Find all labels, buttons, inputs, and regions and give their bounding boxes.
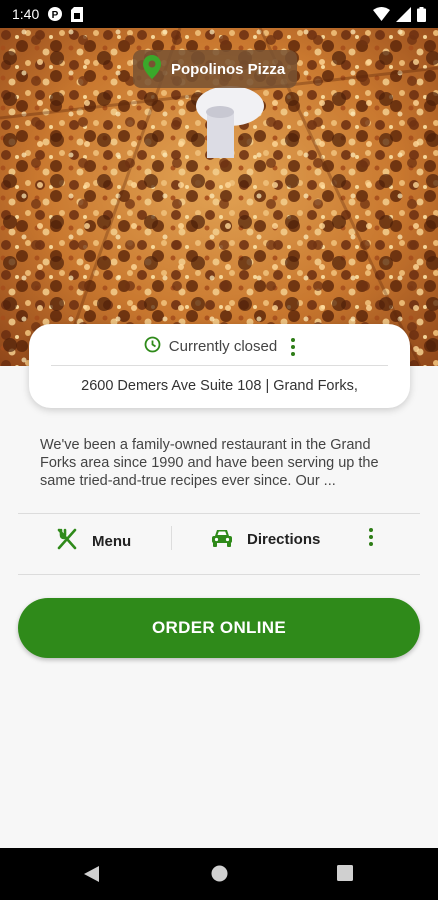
more-vertical-icon[interactable]	[369, 528, 373, 546]
system-nav-bar	[0, 848, 438, 900]
menu-button[interactable]: Menu	[56, 528, 131, 554]
status-right	[373, 6, 426, 22]
app-screen: 1:40 P Popolinos Pizza Currently closed …	[0, 0, 438, 900]
location-pin-icon	[143, 55, 161, 83]
open-status-text: Currently closed	[168, 338, 278, 355]
battery-icon	[417, 6, 426, 22]
info-card: Currently closed 2600 Demers Ave Suite 1…	[29, 324, 410, 408]
car-icon	[211, 528, 233, 551]
restaurant-description[interactable]: We've been a family-owned restaurant in …	[40, 436, 400, 490]
signal-icon	[396, 6, 411, 22]
status-bar: 1:40 P	[0, 0, 438, 28]
p-badge-icon: P	[47, 6, 63, 22]
directions-button[interactable]: Directions	[211, 528, 320, 551]
address-text[interactable]: 2600 Demers Ave Suite 108 | Grand Forks,	[29, 378, 410, 394]
back-icon[interactable]	[83, 865, 100, 888]
status-time: 1:40	[12, 6, 40, 22]
brand-chip: Popolinos Pizza	[133, 50, 298, 88]
brand-name: Popolinos Pizza	[171, 60, 286, 78]
clock-icon	[144, 336, 161, 357]
fork-knife-icon	[56, 528, 78, 554]
menu-label: Menu	[92, 532, 132, 550]
svg-text:P: P	[52, 10, 59, 21]
order-online-button[interactable]: ORDER ONLINE	[18, 598, 420, 658]
open-status-row[interactable]: Currently closed	[29, 336, 410, 357]
wifi-icon	[373, 7, 390, 21]
divider-bottom	[18, 574, 420, 575]
action-row: Menu Directions	[18, 514, 420, 574]
sim-card-icon	[71, 6, 84, 22]
hero-image: Popolinos Pizza	[0, 28, 438, 366]
card-divider	[51, 365, 388, 366]
status-more-icon[interactable]	[291, 337, 296, 356]
directions-label: Directions	[247, 531, 321, 548]
status-left: 1:40 P	[12, 6, 84, 22]
recents-icon[interactable]	[337, 865, 353, 886]
action-separator	[171, 526, 172, 550]
home-icon[interactable]	[211, 865, 228, 887]
